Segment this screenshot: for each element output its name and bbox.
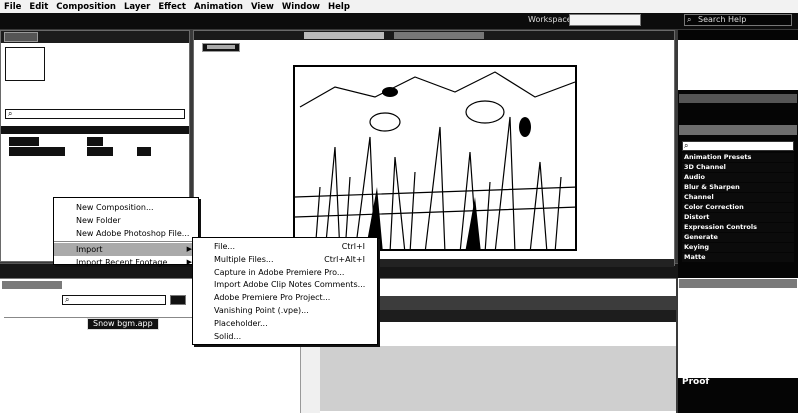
submenu-item-capture-premiere[interactable]: Capture in Adobe Premiere Pro... xyxy=(193,267,377,280)
menu-item-label: Multiple Files... xyxy=(214,254,274,264)
menu-item-label: New Adobe Photoshop File... xyxy=(76,229,190,238)
context-menu: New Composition... New Folder New Adobe … xyxy=(53,197,199,267)
menu-item-label: Import Recent Footage xyxy=(76,258,168,267)
timeline-scrollbar[interactable] xyxy=(300,346,320,413)
submenu-item-file[interactable]: File... Ctrl+I xyxy=(193,241,377,254)
layer-tab[interactable] xyxy=(394,32,484,39)
menu-item-new-composition[interactable]: New Composition... xyxy=(54,201,198,214)
effect-category[interactable]: Matte xyxy=(682,253,794,262)
footage-image xyxy=(295,67,575,249)
preview-panel-header xyxy=(679,94,797,103)
menu-help[interactable]: Help xyxy=(324,2,354,12)
effect-category[interactable]: Blur & Sharpen xyxy=(682,183,794,192)
menu-item-new-photoshop-file[interactable]: New Adobe Photoshop File... xyxy=(54,227,198,240)
menu-item-label: Import xyxy=(76,245,103,254)
timeline-tab[interactable] xyxy=(2,281,62,289)
submenu-item-placeholder[interactable]: Placeholder... xyxy=(193,318,377,331)
project-panel-header xyxy=(1,31,189,43)
menu-item-label: New Folder xyxy=(76,216,121,225)
timeline-search-input[interactable]: ⌕ xyxy=(62,295,166,305)
shortcut-label: Ctrl+Alt+I xyxy=(324,254,365,264)
effect-category[interactable]: Audio xyxy=(682,173,794,182)
effect-category[interactable]: Distort xyxy=(682,213,794,222)
submenu-item-vanishing-point[interactable]: Vanishing Point (.vpe)... xyxy=(193,305,377,318)
character-panel xyxy=(678,278,798,378)
submenu-item-multiple-files[interactable]: Multiple Files... Ctrl+Alt+I xyxy=(193,254,377,267)
menu-item-label: Placeholder... xyxy=(214,318,268,328)
info-panel xyxy=(678,40,798,90)
effect-category[interactable]: Animation Presets xyxy=(682,153,794,162)
menu-animation[interactable]: Animation xyxy=(190,2,247,12)
effect-category[interactable]: Keying xyxy=(682,243,794,252)
menu-item-label: Adobe Premiere Pro Project... xyxy=(214,293,331,303)
layer-name[interactable]: Snow bgm.app xyxy=(87,318,159,330)
menu-bar: File Edit Composition Layer Effect Anima… xyxy=(0,0,798,13)
menu-item-label: Capture in Adobe Premiere Pro... xyxy=(214,267,345,277)
search-help-input[interactable]: ⌕ Search Help xyxy=(684,14,792,26)
timeline-ruler[interactable] xyxy=(380,296,676,310)
workspace-select[interactable] xyxy=(569,14,641,26)
search-icon: ⌕ xyxy=(65,295,70,304)
project-item[interactable] xyxy=(9,147,65,156)
shortcut-label: Ctrl+I xyxy=(341,242,365,251)
effect-category[interactable]: Color Correction xyxy=(682,203,794,212)
timeline-track[interactable] xyxy=(380,310,676,322)
submenu-item-premiere-project[interactable]: Adobe Premiere Pro Project... xyxy=(193,292,377,305)
project-item[interactable] xyxy=(9,137,39,146)
composition-panel-header xyxy=(194,31,674,40)
submenu-item-clip-notes[interactable]: Import Adobe Clip Notes Comments... xyxy=(193,279,377,292)
menu-item-label: Solid... xyxy=(214,331,242,341)
effect-category[interactable]: Generate xyxy=(682,233,794,242)
menu-edit[interactable]: Edit xyxy=(25,2,52,12)
project-item-meta xyxy=(87,137,103,146)
composition-frame[interactable] xyxy=(293,65,577,251)
menu-item-label: Vanishing Point (.vpe)... xyxy=(214,305,309,315)
menu-separator xyxy=(54,241,198,242)
effects-search-input[interactable]: ⌕ xyxy=(682,141,794,151)
effect-category[interactable]: Channel xyxy=(682,193,794,202)
menu-window[interactable]: Window xyxy=(278,2,324,12)
toolbar: Workspace: ⌕ Search Help xyxy=(0,13,798,29)
timeline-layer-bar[interactable] xyxy=(320,346,676,411)
project-thumbnail xyxy=(5,47,45,81)
composition-name-tab[interactable] xyxy=(202,43,240,52)
menu-effect[interactable]: Effect xyxy=(154,2,190,12)
menu-layer[interactable]: Layer xyxy=(120,2,154,12)
menu-item-label: Import Adobe Clip Notes Comments... xyxy=(214,280,366,290)
composition-panel xyxy=(193,30,675,267)
project-item-meta xyxy=(87,147,113,156)
project-item-meta xyxy=(137,147,151,156)
search-icon: ⌕ xyxy=(684,141,689,150)
character-panel-header xyxy=(679,279,797,288)
submenu-item-solid[interactable]: Solid... xyxy=(193,331,377,344)
menu-view[interactable]: View xyxy=(247,2,278,12)
search-icon: ⌕ xyxy=(8,109,13,118)
menu-composition[interactable]: Composition xyxy=(52,2,120,12)
project-search-input[interactable]: ⌕ xyxy=(5,109,185,119)
menu-item-label: File... xyxy=(214,242,236,251)
project-column-header xyxy=(1,126,189,134)
timeline-button[interactable] xyxy=(170,295,186,305)
menu-item-import[interactable]: Import ▶ xyxy=(54,243,198,256)
lower-right-text: Proof xyxy=(682,377,710,387)
effect-category[interactable]: Expression Controls xyxy=(682,223,794,232)
workspace-label: Workspace: xyxy=(528,15,575,24)
import-submenu: File... Ctrl+I Multiple Files... Ctrl+Alt+… xyxy=(192,237,378,345)
menu-file[interactable]: File xyxy=(0,2,25,12)
search-icon: ⌕ xyxy=(687,15,692,24)
effects-panel-header xyxy=(679,125,797,135)
menu-item-label: New Composition... xyxy=(76,203,154,212)
composition-tab[interactable] xyxy=(304,32,384,39)
search-help-placeholder: Search Help xyxy=(698,15,747,24)
menu-item-import-recent-footage[interactable]: Import Recent Footage ▶ xyxy=(54,256,198,269)
effect-category[interactable]: 3D Channel xyxy=(682,163,794,172)
menu-item-new-folder[interactable]: New Folder xyxy=(54,214,198,227)
project-tab[interactable] xyxy=(4,32,38,42)
